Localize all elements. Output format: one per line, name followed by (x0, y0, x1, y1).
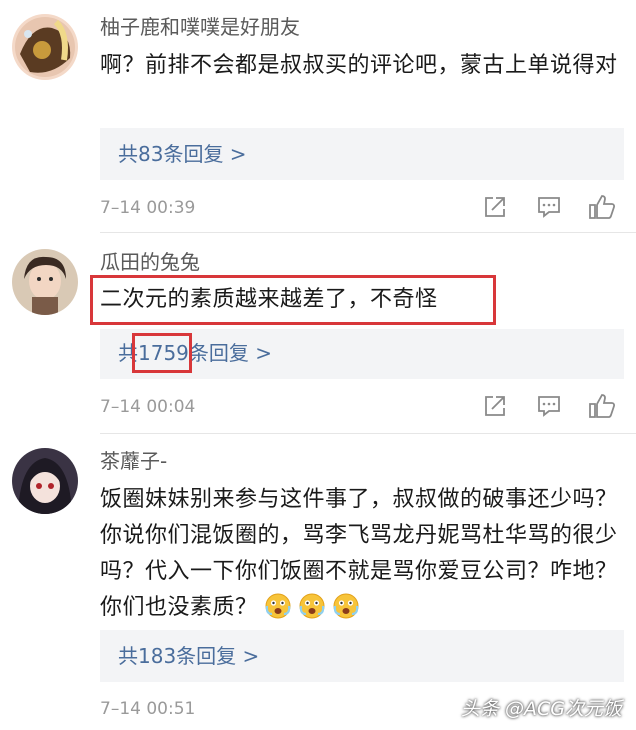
username[interactable]: 瓜田的兔兔 (100, 249, 200, 275)
comment-icon[interactable] (536, 393, 564, 421)
scared-face-emoji (332, 592, 360, 632)
comment-item: 柚子鹿和噗噗是好朋友 啊？前排不会都是叔叔买的评论吧，蒙古上单说得对 共83条回… (0, 0, 636, 232)
comment-text: 二次元的素质越来越差了，不奇怪 (100, 287, 438, 312)
avatar[interactable] (12, 249, 78, 315)
avatar[interactable] (12, 448, 78, 514)
timestamp: 7–14 00:51 (100, 699, 196, 719)
username[interactable]: 茶蘼子- (100, 448, 167, 474)
reply-box[interactable]: 共83条回复 > (100, 128, 624, 180)
view-replies-link[interactable]: 共183条回复 > (118, 642, 259, 670)
comment-text: 饭圈妹妹别来参与这件事了，叔叔做的破事还少吗？你说你们混饭圈的，骂李飞骂龙丹妮骂… (100, 482, 620, 632)
comment-text: 啊？前排不会都是叔叔买的评论吧，蒙古上单说得对 (100, 53, 618, 78)
timestamp: 7–14 00:04 (100, 397, 196, 417)
watermark: 头条 @ACG次元饭 (460, 698, 622, 720)
comment-item: 茶蘼子- 饭圈妹妹别来参与这件事了，叔叔做的破事还少吗？你说你们混饭圈的，骂李飞… (0, 434, 636, 730)
comment-actions (482, 194, 622, 222)
comment-item: 瓜田的兔兔 二次元的素质越来越差了，不奇怪 共1759条回复 > 7–14 00… (0, 233, 636, 433)
comment-icon[interactable] (536, 194, 564, 222)
highlight-box (132, 333, 192, 373)
scared-face-emoji (264, 592, 292, 632)
avatar[interactable] (12, 14, 78, 80)
reply-suffix: 条回复 > (188, 341, 273, 365)
view-replies-link[interactable]: 共83条回复 > (118, 140, 247, 168)
thumbs-up-icon[interactable] (588, 393, 616, 421)
scared-face-emoji (298, 592, 326, 632)
thumbs-up-icon[interactable] (588, 194, 616, 222)
reply-box[interactable]: 共183条回复 > (100, 630, 624, 682)
share-icon[interactable] (482, 194, 510, 222)
comment-actions (482, 393, 622, 421)
username[interactable]: 柚子鹿和噗噗是好朋友 (100, 14, 300, 40)
share-icon[interactable] (482, 393, 510, 421)
timestamp: 7–14 00:39 (100, 198, 196, 218)
